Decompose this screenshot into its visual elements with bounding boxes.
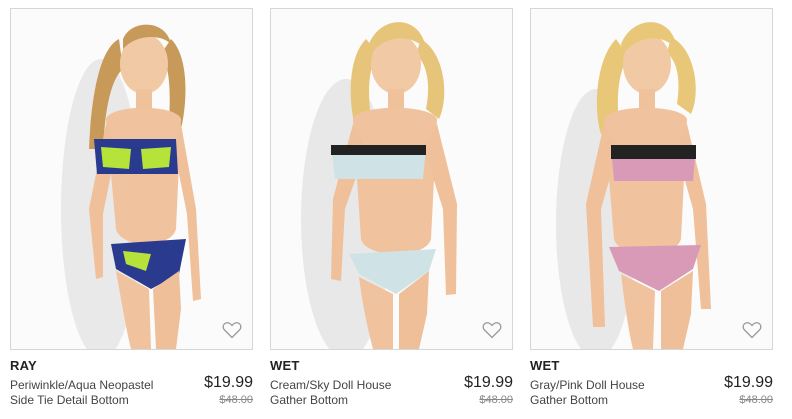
sale-price: $19.99 <box>724 374 773 391</box>
product-card[interactable]: WET Gray/Pink Doll House Gather Bottom $… <box>530 8 773 419</box>
wishlist-heart-icon[interactable] <box>222 321 242 339</box>
product-image[interactable] <box>10 8 253 350</box>
product-name[interactable]: Gray/Pink Doll House Gather Bottom <box>530 378 680 419</box>
product-image[interactable] <box>530 8 773 350</box>
product-brand[interactable]: WET <box>530 358 559 373</box>
product-grid: RAY Periwinkle/Aqua Neopastel Side Tie D… <box>0 0 792 419</box>
model-photo-wet-gray <box>556 22 711 349</box>
product-card[interactable]: RAY Periwinkle/Aqua Neopastel Side Tie D… <box>10 8 253 419</box>
original-price: $48.00 <box>739 394 773 406</box>
product-card[interactable]: WET Cream/Sky Doll House Gather Bottom $… <box>270 8 513 419</box>
original-price: $48.00 <box>219 394 253 406</box>
wishlist-heart-icon[interactable] <box>742 321 762 339</box>
wishlist-heart-icon[interactable] <box>482 321 502 339</box>
sale-price: $19.99 <box>204 374 253 391</box>
product-image[interactable] <box>270 8 513 350</box>
sale-price: $19.99 <box>464 374 513 391</box>
original-price: $48.00 <box>479 394 513 406</box>
model-photo-wet-cream <box>301 22 457 349</box>
model-photo-ray <box>61 24 201 349</box>
product-name[interactable]: Cream/Sky Doll House Gather Bottom <box>270 378 420 419</box>
product-brand[interactable]: RAY <box>10 358 37 373</box>
product-brand[interactable]: WET <box>270 358 299 373</box>
product-name[interactable]: Periwinkle/Aqua Neopastel Side Tie Detai… <box>10 378 160 419</box>
